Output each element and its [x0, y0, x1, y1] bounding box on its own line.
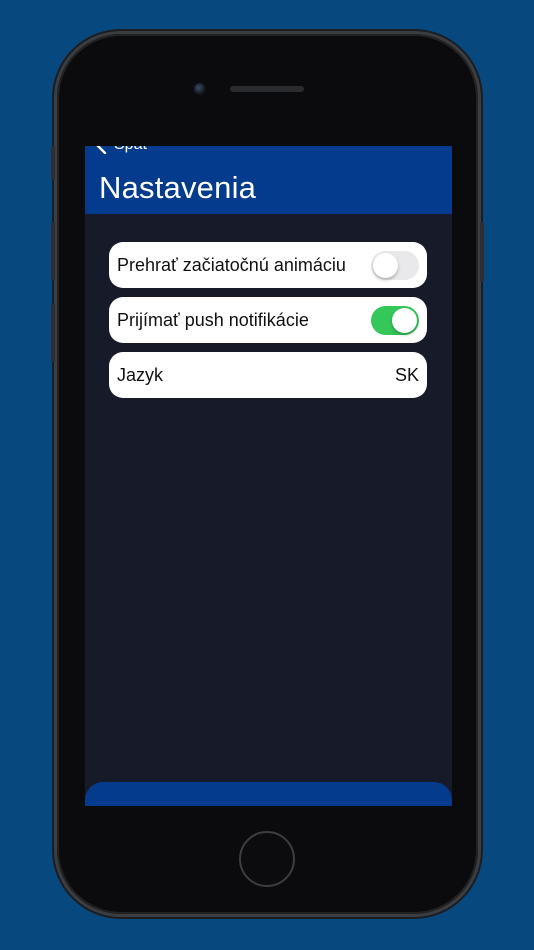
- toggle-knob: [392, 307, 417, 333]
- push-notifications-toggle[interactable]: [371, 305, 419, 335]
- back-button[interactable]: Späť: [94, 146, 148, 154]
- power-button: [480, 222, 484, 282]
- volume-up-button: [51, 222, 55, 280]
- toggle-knob: [373, 252, 398, 278]
- earpiece-speaker: [230, 86, 304, 92]
- chevron-left-icon: [96, 146, 107, 154]
- navigation-bar: Späť Nastavenia: [85, 146, 452, 214]
- setting-row-intro-animation: Prehrať začiatočnú animáciu: [109, 242, 427, 288]
- setting-label: Prehrať začiatočnú animáciu: [117, 254, 346, 275]
- back-label: Späť: [114, 146, 148, 154]
- intro-animation-toggle[interactable]: [371, 250, 419, 280]
- page-title: Nastavenia: [99, 170, 257, 205]
- stage: Späť Nastavenia Prehrať začiatočnú animá…: [0, 0, 534, 950]
- volume-down-button: [51, 304, 55, 362]
- screen: Späť Nastavenia Prehrať začiatočnú animá…: [85, 146, 452, 806]
- setting-label: Jazyk: [117, 364, 164, 385]
- setting-row-language[interactable]: Jazyk SK: [109, 352, 427, 398]
- front-camera: [194, 83, 206, 95]
- phone-frame: Späť Nastavenia Prehrať začiatočnú animá…: [51, 34, 484, 914]
- setting-label: Prijímať push notifikácie: [117, 309, 309, 330]
- language-value: SK: [394, 364, 419, 385]
- mute-switch: [51, 146, 55, 180]
- bottom-bar: [85, 782, 452, 806]
- setting-row-push-notifications: Prijímať push notifikácie: [109, 297, 427, 343]
- home-button[interactable]: [239, 831, 295, 887]
